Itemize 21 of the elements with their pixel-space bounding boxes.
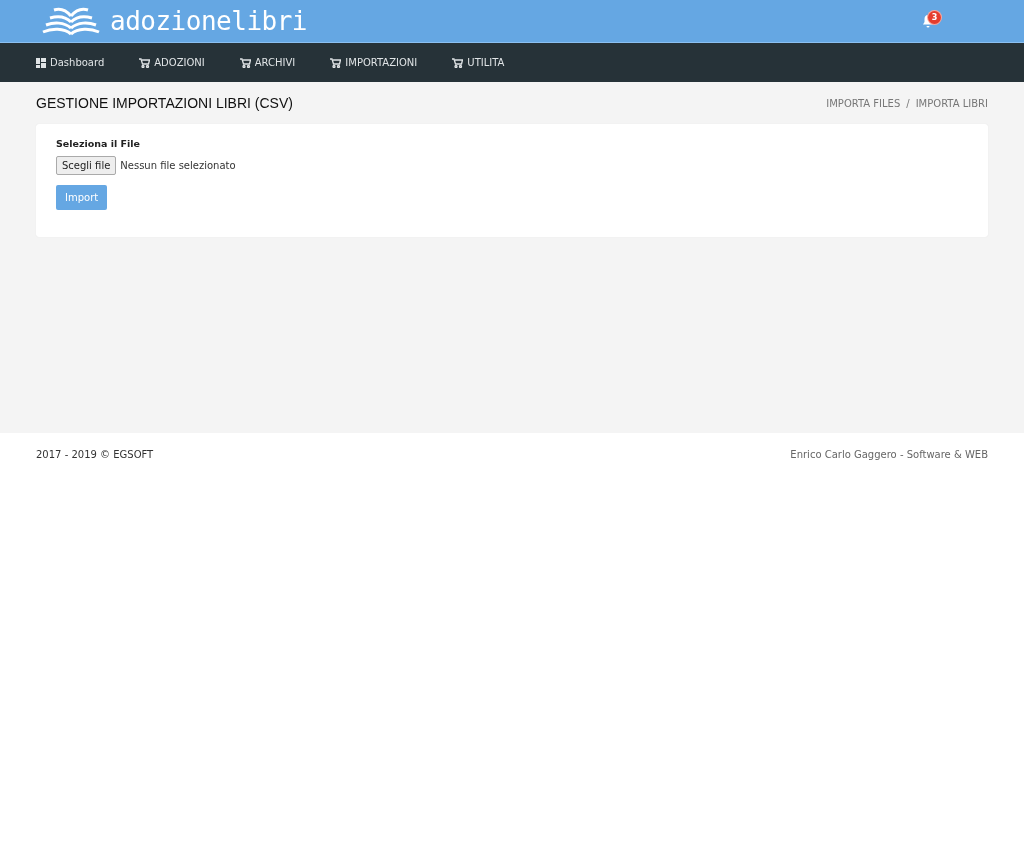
choose-file-button[interactable]: Scegli file (56, 156, 117, 175)
nav-menu-item[interactable]: ARCHIVI (239, 57, 296, 68)
file-status-text: Nessun file selezionato (120, 160, 236, 171)
cart-icon (452, 57, 464, 68)
dashboard-icon (36, 57, 46, 68)
cart-icon (330, 57, 342, 68)
nav-menu-item[interactable]: UTILITA (452, 57, 505, 68)
page-title: GESTIONE IMPORTAZIONI LIBRI (CSV) (36, 95, 293, 111)
nav-menu-item[interactable]: Dashboard (36, 57, 105, 68)
breadcrumb-link[interactable]: IMPORTA LIBRI (915, 97, 988, 109)
cart-icon (239, 57, 251, 68)
logo-text: adozionelibri (110, 6, 307, 36)
author-credit: Enrico Carlo Gaggero - Software & WEB (790, 449, 988, 460)
field-label: Seleziona il File (56, 138, 142, 149)
nav-menu-item[interactable]: ADOZIONI (139, 57, 205, 68)
notification-badge: 3 (928, 11, 941, 24)
cart-icon (139, 57, 151, 68)
copyright-text: 2017 - 2019 © EGSOFT (36, 449, 154, 460)
nav-menu-item[interactable]: IMPORTAZIONI (330, 57, 418, 68)
breadcrumb-separator: / (906, 97, 910, 109)
breadcrumb-link[interactable]: IMPORTA FILES (826, 97, 901, 109)
